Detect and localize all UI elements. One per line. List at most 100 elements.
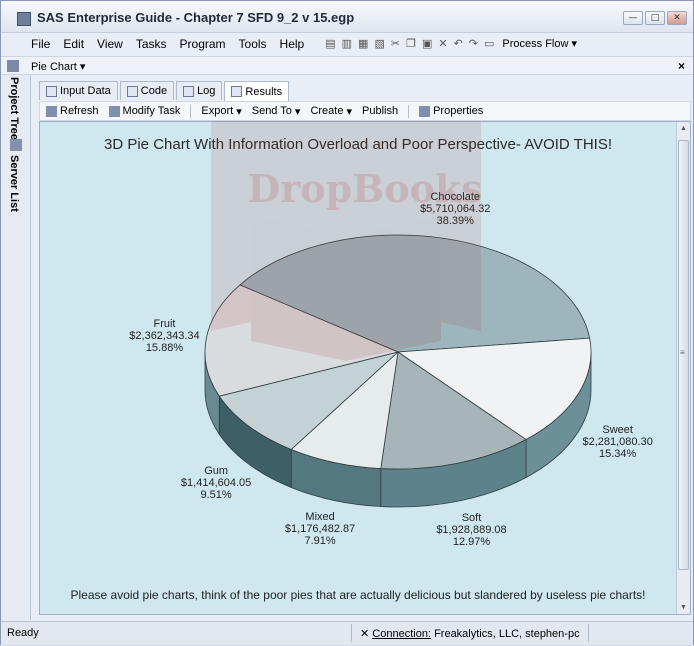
- tab-results[interactable]: Results: [224, 81, 290, 101]
- tab-log[interactable]: Log: [176, 81, 223, 100]
- slice-percent: 12.97%: [452, 535, 491, 548]
- menu-file[interactable]: File: [31, 37, 50, 51]
- export-button[interactable]: Export ▾: [201, 105, 241, 118]
- vertical-scrollbar[interactable]: ▲ ≡ ▼: [676, 122, 690, 614]
- properties-button[interactable]: Properties: [419, 105, 483, 117]
- menu-program[interactable]: Program: [180, 37, 226, 51]
- print-icon[interactable]: ▧: [374, 37, 384, 50]
- slice-label: Soft: [461, 511, 482, 524]
- menu-help[interactable]: Help: [280, 37, 305, 51]
- menu-tools[interactable]: Tools: [239, 37, 267, 51]
- refresh-button[interactable]: Refresh: [46, 105, 99, 117]
- create-label: Create: [310, 105, 344, 117]
- tab-label: Log: [197, 85, 216, 97]
- slice-amount: $1,928,889.08: [436, 523, 507, 536]
- slice-amount: $1,176,482.87: [284, 522, 356, 535]
- results-toolbar: Refresh Modify Task Export ▾ Send To ▾ C…: [39, 101, 691, 121]
- status-text: Ready: [7, 627, 39, 639]
- menu-tasks[interactable]: Tasks: [136, 37, 167, 51]
- window-controls: — □ ✕: [623, 11, 687, 25]
- modify-task-button[interactable]: Modify Task: [108, 105, 181, 117]
- slice-label-sweet: Sweet $2,281,080.30 15.34%: [563, 424, 673, 460]
- slice-label-fruit: Fruit $2,362,343.34 15.88%: [109, 318, 219, 354]
- toolbar-icons: ▤ ▥ ▦ ▧ ✂ ❐ ▣ ✕ ↶ ↷ ▭: [325, 37, 494, 50]
- slice-label-soft: Soft $1,928,889.08 12.97%: [417, 512, 527, 548]
- document-icon: [7, 60, 19, 72]
- process-flow-button[interactable]: Process Flow ▾: [502, 37, 577, 50]
- new-icon[interactable]: ▤: [325, 37, 335, 50]
- process-flow-label: Process Flow: [502, 38, 569, 50]
- menu-bar: File Edit View Tasks Program Tools Help …: [1, 33, 693, 54]
- slice-percent: 15.34%: [599, 448, 637, 461]
- side-panel: Project Tree Server List: [1, 75, 31, 620]
- project-tree-tab[interactable]: Project Tree: [8, 77, 20, 140]
- slice-label: Fruit: [153, 317, 176, 330]
- document-title-dropdown[interactable]: Pie Chart ▾: [31, 60, 85, 73]
- tab-code[interactable]: Code: [119, 81, 175, 100]
- grip-icon: ≡: [680, 348, 685, 357]
- copy-icon[interactable]: ❐: [406, 37, 416, 50]
- undo-icon[interactable]: ↶: [454, 37, 463, 50]
- tab-input-data[interactable]: Input Data: [39, 81, 118, 100]
- status-bar: Ready ✕ Connection: Freakalytics, LLC, s…: [1, 621, 693, 645]
- refresh-icon: [46, 105, 57, 117]
- tab-label: Results: [245, 85, 283, 98]
- connection-value: Freakalytics, LLC, stephen-pc: [434, 628, 580, 640]
- slice-amount: $2,362,343.34: [129, 329, 200, 342]
- slice-label: Gum: [204, 465, 229, 478]
- connection-label: Connection:: [372, 628, 431, 640]
- publish-button[interactable]: Publish: [362, 105, 398, 117]
- minimize-button[interactable]: —: [623, 11, 643, 25]
- slice-label: Chocolate: [430, 191, 481, 204]
- modify-task-icon: [108, 105, 120, 117]
- view-toggle-icon[interactable]: ▭: [484, 37, 494, 50]
- results-pane: 3D Pie Chart With Information Overload a…: [39, 121, 691, 615]
- results-icon: [231, 86, 243, 97]
- chart-footnote: Please avoid pie charts, think of the po…: [70, 588, 646, 602]
- close-button[interactable]: ✕: [667, 11, 687, 25]
- slice-label: Mixed: [305, 510, 335, 523]
- maximize-button[interactable]: □: [645, 11, 665, 25]
- delete-icon[interactable]: ✕: [438, 37, 447, 50]
- send-to-label: Send To: [251, 105, 292, 117]
- tab-label: Input Data: [60, 85, 111, 97]
- toolbar-divider: [190, 104, 192, 118]
- connection-icon: ✕: [360, 628, 370, 640]
- tab-label: Code: [140, 85, 168, 97]
- scroll-down-icon[interactable]: ▼: [680, 604, 687, 611]
- open-icon[interactable]: ▥: [342, 37, 352, 50]
- export-label: Export: [201, 105, 234, 117]
- slice-amount: $1,414,604.05: [180, 477, 252, 490]
- toolbar-divider: [408, 104, 410, 118]
- view-tabs: Input Data Code Log Results: [39, 81, 291, 101]
- slice-amount: $2,281,080.30: [582, 436, 653, 449]
- cut-icon[interactable]: ✂: [391, 37, 400, 50]
- slice-amount: $5,710,064.32: [420, 203, 491, 216]
- send-to-button[interactable]: Send To ▾: [252, 105, 301, 118]
- document-bar: Pie Chart ▾ ×: [1, 56, 693, 75]
- slice-percent: 38.39%: [436, 215, 474, 228]
- code-icon: [126, 85, 138, 97]
- properties-icon: [419, 105, 431, 117]
- menu-edit[interactable]: Edit: [63, 37, 84, 51]
- title-bar: SAS Enterprise Guide - Chapter 7 SFD 9_2…: [1, 1, 693, 33]
- modify-task-label: Modify Task: [122, 105, 181, 117]
- scroll-up-icon[interactable]: ▲: [680, 125, 687, 132]
- slice-percent: 9.51%: [200, 489, 232, 502]
- redo-icon[interactable]: ↷: [469, 37, 478, 50]
- save-icon[interactable]: ▦: [358, 37, 368, 50]
- sas-app-icon: [17, 12, 31, 26]
- slice-label: Sweet: [602, 424, 633, 437]
- publish-label: Publish: [362, 105, 399, 117]
- server-list-tab[interactable]: Server List: [8, 155, 20, 212]
- window-title: SAS Enterprise Guide - Chapter 7 SFD 9_2…: [37, 10, 355, 25]
- menu-view[interactable]: View: [97, 37, 123, 51]
- document-title: Pie Chart: [31, 61, 77, 73]
- connection-info[interactable]: ✕ Connection: Freakalytics, LLC, stephen…: [351, 624, 589, 642]
- refresh-label: Refresh: [60, 105, 99, 117]
- app-window: SAS Enterprise Guide - Chapter 7 SFD 9_2…: [0, 0, 694, 645]
- create-button[interactable]: Create ▾: [310, 105, 352, 118]
- properties-label: Properties: [433, 105, 484, 117]
- document-close-button[interactable]: ×: [678, 59, 685, 73]
- paste-icon[interactable]: ▣: [422, 37, 432, 50]
